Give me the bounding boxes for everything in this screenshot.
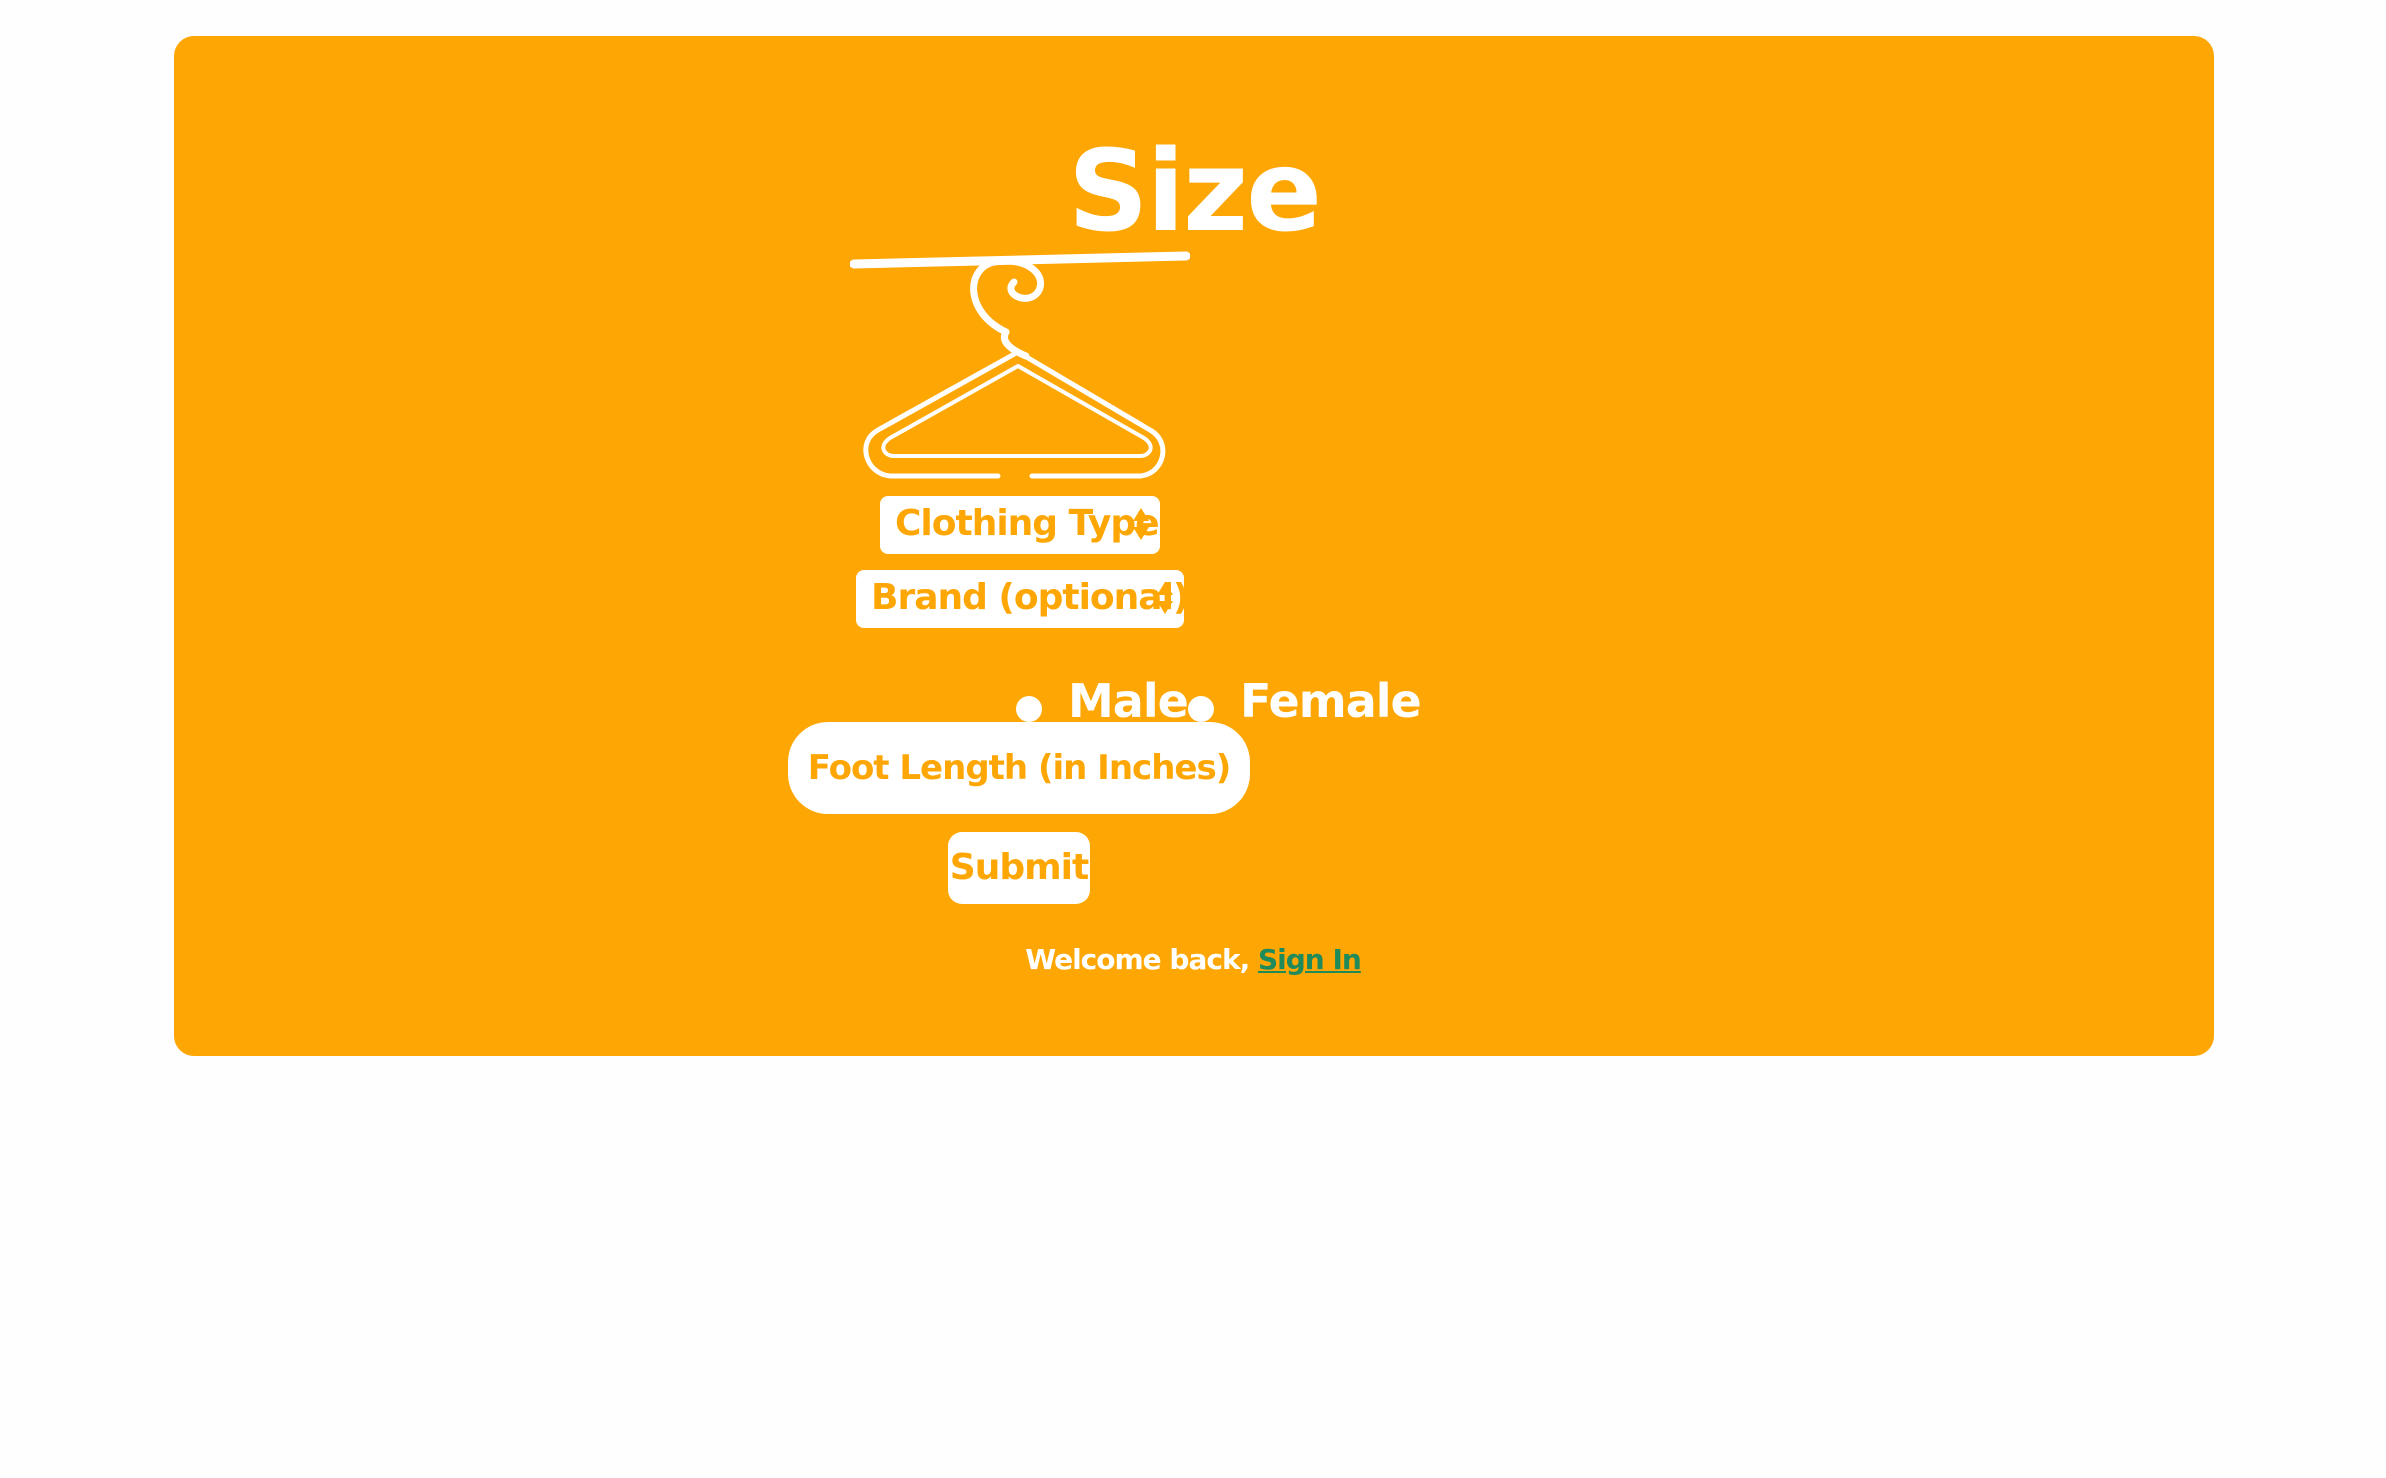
- clothes-hanger-icon: [850, 251, 1190, 479]
- brand-select[interactable]: Brand (optional): [856, 570, 1189, 628]
- welcome-text: Welcome back,: [1025, 943, 1258, 976]
- brand-selected-value: Brand (optional): [871, 577, 1189, 618]
- clothing-type-selected-value: Clothing Type: [895, 503, 1160, 544]
- page-title: Size: [1067, 127, 1322, 257]
- size-card: Size: [174, 36, 2214, 1056]
- clothing-type-select[interactable]: Clothing Type: [880, 496, 1160, 554]
- foot-length-input[interactable]: [788, 722, 1250, 814]
- welcome-message: Welcome back, Sign In: [0, 940, 2386, 980]
- select-arrows-icon: [1133, 508, 1149, 540]
- sign-in-link[interactable]: Sign In: [1258, 943, 1362, 976]
- submit-button[interactable]: Submit: [948, 832, 1090, 904]
- radio-male[interactable]: [1016, 696, 1042, 722]
- radio-female[interactable]: [1188, 696, 1214, 722]
- select-arrows-icon: [1157, 582, 1173, 614]
- radio-female-label[interactable]: Female: [1240, 666, 1422, 736]
